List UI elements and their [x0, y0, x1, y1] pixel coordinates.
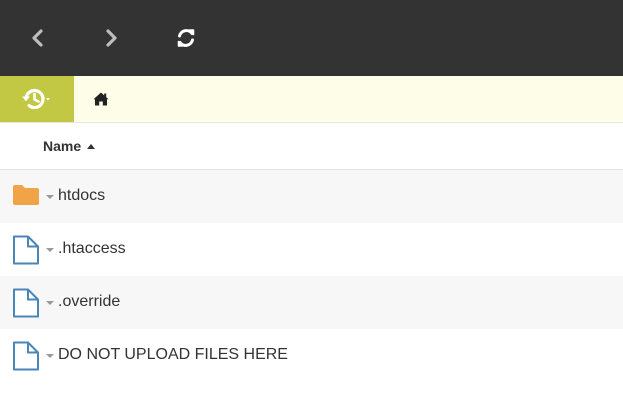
list-item[interactable]: htdocs: [0, 170, 623, 223]
chevron-down-icon[interactable]: [46, 248, 54, 252]
home-button[interactable]: [92, 91, 110, 107]
history-button[interactable]: [0, 76, 74, 122]
name-column-label: Name: [43, 138, 82, 154]
refresh-icon: [177, 29, 195, 47]
sort-ascending-icon: [87, 143, 96, 149]
folder-icon: [13, 185, 39, 205]
chevron-right-icon: [106, 29, 117, 47]
chevron-down-icon[interactable]: [46, 354, 54, 358]
list-header: Name: [0, 123, 623, 170]
file-icon: [13, 341, 39, 371]
file-name: htdocs: [58, 187, 106, 204]
back-button[interactable]: [24, 24, 52, 52]
list-item[interactable]: .override: [0, 276, 623, 329]
list-item[interactable]: .htaccess: [0, 223, 623, 276]
file-icon: [13, 288, 39, 318]
name-column-header[interactable]: Name: [43, 138, 96, 154]
chevron-left-icon: [32, 29, 43, 47]
top-toolbar: [0, 0, 623, 76]
home-icon: [93, 92, 109, 106]
file-list: htdocs .htaccess .override DO NOT UPLOAD…: [0, 170, 623, 382]
forward-button[interactable]: [97, 24, 125, 52]
chevron-down-icon[interactable]: [46, 301, 54, 305]
path-bar: [0, 76, 623, 123]
list-item[interactable]: DO NOT UPLOAD FILES HERE: [0, 329, 623, 382]
file-icon: [13, 235, 39, 265]
refresh-button[interactable]: [172, 24, 200, 52]
file-name: .override: [58, 293, 121, 310]
history-icon: [22, 89, 50, 110]
file-name: .htaccess: [58, 240, 126, 257]
chevron-down-icon[interactable]: [46, 195, 54, 199]
file-name: DO NOT UPLOAD FILES HERE: [58, 346, 288, 363]
